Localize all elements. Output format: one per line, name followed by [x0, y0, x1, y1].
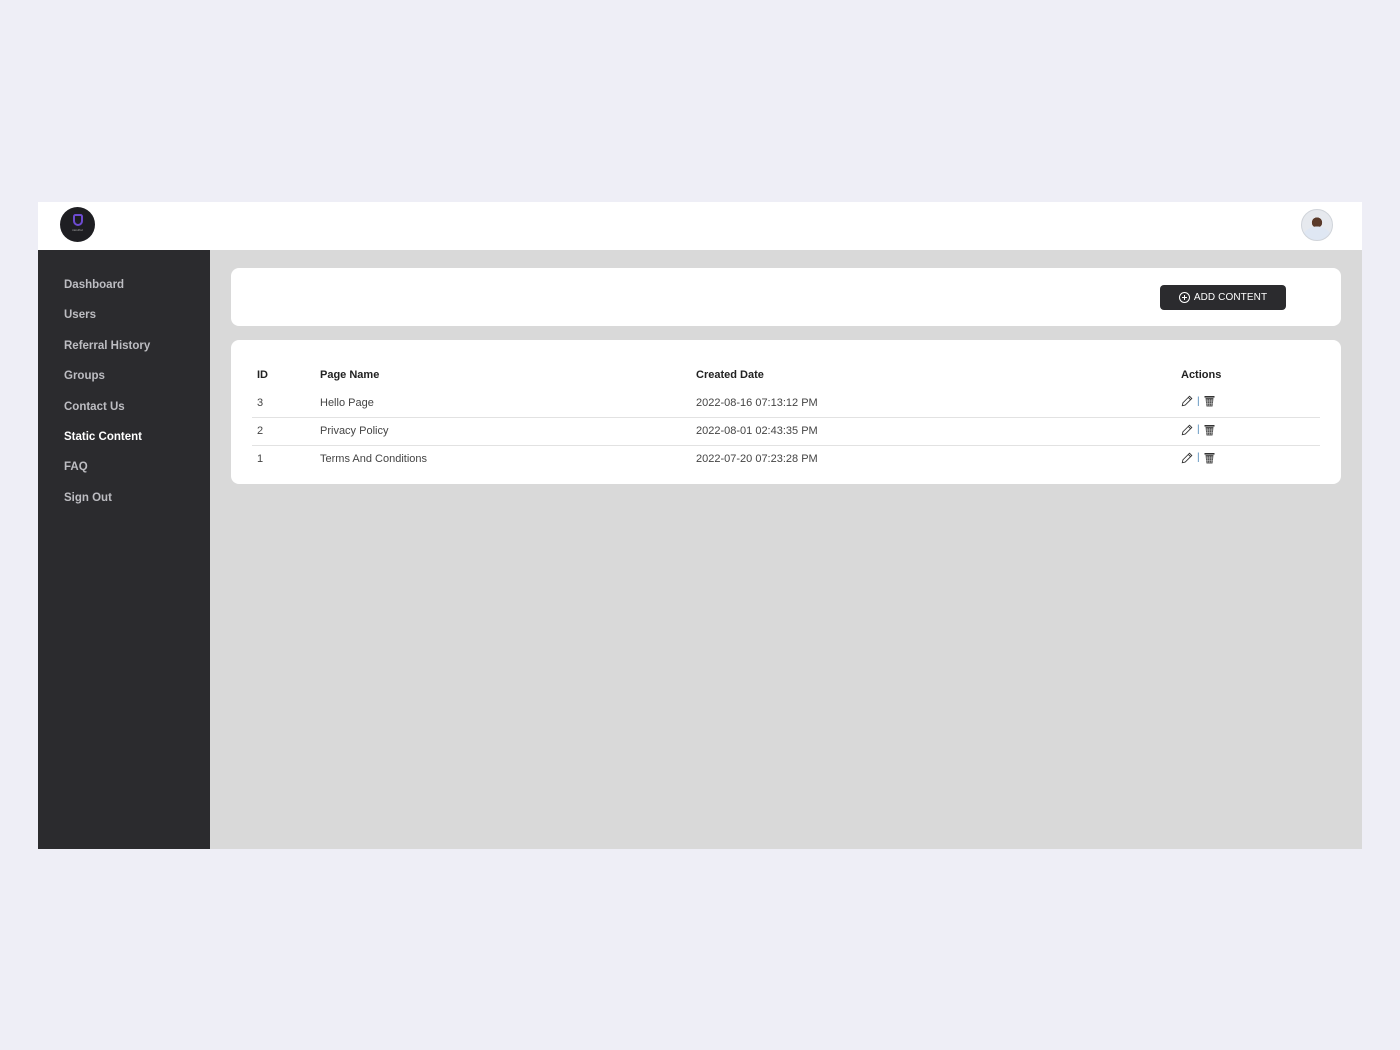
- cell-id: 3: [257, 396, 264, 409]
- header-id[interactable]: ID: [252, 361, 320, 389]
- trash-icon[interactable]: [1204, 395, 1215, 407]
- logo-icon: [72, 214, 83, 226]
- sidebar: Dashboard Users Referral History Groups …: [38, 250, 210, 849]
- sidebar-item-groups[interactable]: Groups: [38, 368, 210, 398]
- cell-page-name: Terms And Conditions: [320, 444, 696, 473]
- header-actions: Actions: [1181, 369, 1222, 381]
- table-row: 1 Terms And Conditions 2022-07-20 07:23:…: [252, 444, 1320, 473]
- cell-actions: |: [1176, 389, 1320, 417]
- static-content-table: ID Page Name Created Date Actions 3 Hell…: [252, 361, 1320, 473]
- cell-page-name: Privacy Policy: [320, 416, 696, 445]
- app-window: mindful Dashboard Users Referral History…: [38, 202, 1362, 849]
- plus-circle-icon: [1178, 292, 1190, 303]
- edit-pencil-icon[interactable]: [1181, 424, 1193, 436]
- trash-icon[interactable]: [1204, 452, 1215, 464]
- action-separator: |: [1197, 395, 1200, 407]
- sidebar-item-sign-out[interactable]: Sign Out: [38, 490, 210, 520]
- cell-created-date: 2022-07-20 07:23:28 PM: [696, 444, 1176, 473]
- cell-actions: |: [1176, 444, 1320, 473]
- sidebar-item-faq[interactable]: FAQ: [38, 459, 210, 489]
- content-table-card: ID Page Name Created Date Actions 3 Hell…: [231, 340, 1341, 484]
- sidebar-item-referral-history[interactable]: Referral History: [38, 338, 210, 368]
- edit-pencil-icon[interactable]: [1181, 452, 1193, 464]
- top-bar: mindful: [38, 202, 1362, 250]
- cell-id: 1: [252, 444, 320, 473]
- table-row: 2 Privacy Policy 2022-08-01 02:43:35 PM …: [252, 416, 1320, 445]
- sidebar-item-contact-us[interactable]: Contact Us: [38, 399, 210, 429]
- add-content-button[interactable]: ADD CONTENT: [1160, 285, 1286, 310]
- table-row: 3 Hello Page 2022-08-16 07:13:12 PM |: [252, 389, 1320, 417]
- edit-pencil-icon[interactable]: [1181, 395, 1193, 407]
- cell-created-date: 2022-08-01 02:43:35 PM: [696, 416, 1176, 445]
- avatar[interactable]: [1301, 209, 1333, 241]
- trash-icon[interactable]: [1204, 424, 1215, 436]
- action-separator: |: [1197, 424, 1200, 435]
- sidebar-item-dashboard[interactable]: Dashboard: [38, 277, 210, 307]
- cell-actions: |: [1176, 416, 1320, 445]
- cell-id: 2: [252, 416, 320, 445]
- add-content-label: ADD CONTENT: [1193, 292, 1268, 303]
- logo[interactable]: mindful: [60, 207, 95, 242]
- header-page-name[interactable]: Page Name: [320, 361, 696, 389]
- action-separator: |: [1197, 452, 1200, 464]
- logo-text: mindful: [71, 228, 84, 232]
- header-created-date[interactable]: Created Date: [696, 361, 1176, 389]
- sidebar-item-users[interactable]: Users: [38, 307, 210, 337]
- cell-page-name: Hello Page: [320, 396, 374, 409]
- sidebar-item-static-content[interactable]: Static Content: [38, 429, 210, 459]
- table-header-row: ID Page Name Created Date Actions: [252, 361, 1320, 389]
- cell-created-date: 2022-08-16 07:13:12 PM: [696, 396, 818, 409]
- toolbar-card: ADD CONTENT: [231, 268, 1341, 326]
